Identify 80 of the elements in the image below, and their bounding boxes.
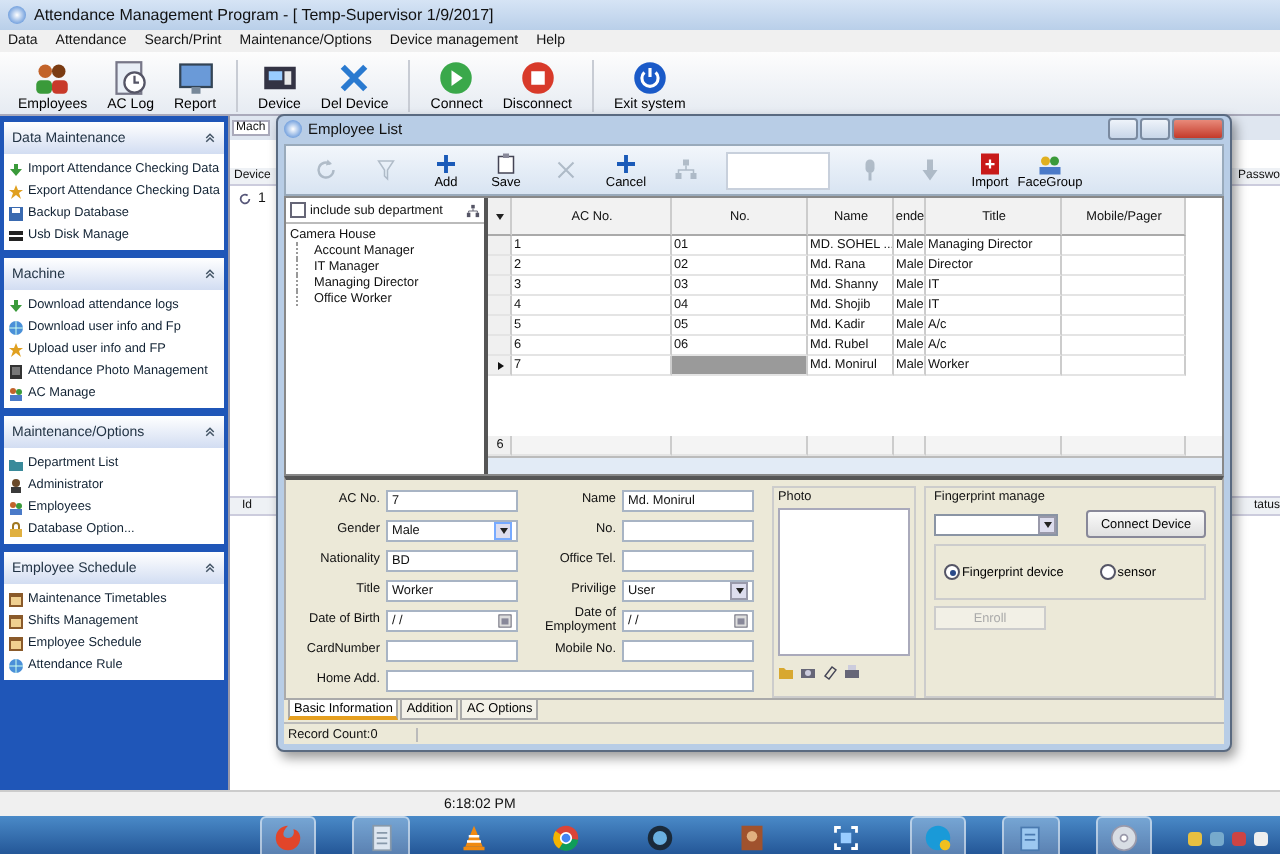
star-icon (8, 341, 24, 357)
power-icon (629, 60, 670, 96)
radio-button[interactable] (944, 564, 960, 581)
down-arrow-icon (918, 158, 942, 183)
input-field[interactable] (386, 640, 518, 663)
filter-icon (374, 158, 398, 183)
clock-document-icon (110, 60, 151, 96)
arrow-icon (8, 297, 24, 313)
checkbox[interactable] (290, 202, 306, 219)
plus-icon (614, 151, 638, 176)
search-field[interactable] (726, 151, 830, 190)
tree-icon (674, 158, 698, 183)
people-icon (8, 385, 24, 401)
table-cell (1062, 236, 1186, 257)
app-icon (284, 120, 302, 139)
collapse-icon (204, 132, 216, 144)
close-icon (554, 158, 578, 183)
table-cell (1062, 256, 1186, 277)
camera-icon (800, 664, 816, 681)
screen-capture-icon (831, 824, 860, 852)
globe-icon (8, 319, 24, 335)
globe-icon (8, 657, 24, 673)
horizontal-scrollbar[interactable] (488, 456, 1222, 475)
taskbar-button[interactable] (909, 816, 967, 854)
hierarchy-icon (466, 203, 480, 218)
photo-icon (8, 363, 24, 379)
group-icon (1038, 151, 1062, 176)
arrow-icon (8, 161, 24, 177)
collapse-icon (204, 426, 216, 438)
input-field[interactable] (622, 550, 754, 573)
table-cell (1062, 296, 1186, 317)
maximize-button[interactable] (1140, 118, 1170, 141)
plus-icon (434, 151, 458, 176)
refresh-icon (314, 158, 338, 183)
refresh-icon (238, 192, 252, 206)
people-icon (32, 60, 73, 96)
folder-icon (778, 664, 794, 681)
app-icon (8, 6, 26, 24)
taskbar-button[interactable] (1095, 816, 1153, 854)
stop-icon (517, 60, 558, 96)
camera-icon (645, 824, 674, 852)
clipboard-icon (494, 151, 518, 176)
collapse-icon (204, 268, 216, 280)
portrait-icon (738, 824, 767, 852)
circle-icon (552, 824, 581, 852)
calendar-icon (498, 614, 512, 629)
monitor-icon (175, 60, 215, 96)
input-field[interactable] (622, 640, 754, 663)
lock-icon (8, 521, 24, 537)
play-icon (436, 60, 477, 96)
document-icon (367, 824, 396, 852)
scanner-icon (844, 664, 860, 681)
taskbar-button[interactable] (1002, 816, 1060, 854)
table-cell (672, 356, 808, 377)
cone-icon (460, 824, 489, 852)
device-dropdown[interactable] (934, 513, 1058, 536)
folder-icon (8, 455, 24, 471)
input-field[interactable] (386, 670, 754, 693)
table-cell (1062, 356, 1186, 377)
minimize-button[interactable] (1108, 118, 1138, 141)
swirl-icon (274, 824, 303, 852)
table-cell (1062, 276, 1186, 297)
calendar-icon (734, 614, 748, 629)
close-button[interactable] (1172, 118, 1224, 141)
taskbar-button[interactable] (352, 816, 410, 854)
row-header[interactable] (488, 356, 512, 377)
radio-button[interactable] (1099, 564, 1116, 581)
notepad-icon (1016, 824, 1045, 852)
person-icon (8, 477, 24, 493)
table-cell (1062, 336, 1186, 357)
disc-icon (1109, 824, 1138, 852)
eraser-icon (822, 664, 838, 681)
drive-icon (8, 227, 24, 243)
table-cell (1062, 316, 1186, 337)
star-icon (8, 183, 24, 199)
input-field[interactable] (622, 520, 754, 543)
collapse-icon (204, 562, 216, 574)
people-icon (8, 499, 24, 515)
import-icon (978, 151, 1002, 176)
window-title: Attendance Management Program - [ Temp-Supervisor 1/9/2017] (34, 6, 494, 24)
